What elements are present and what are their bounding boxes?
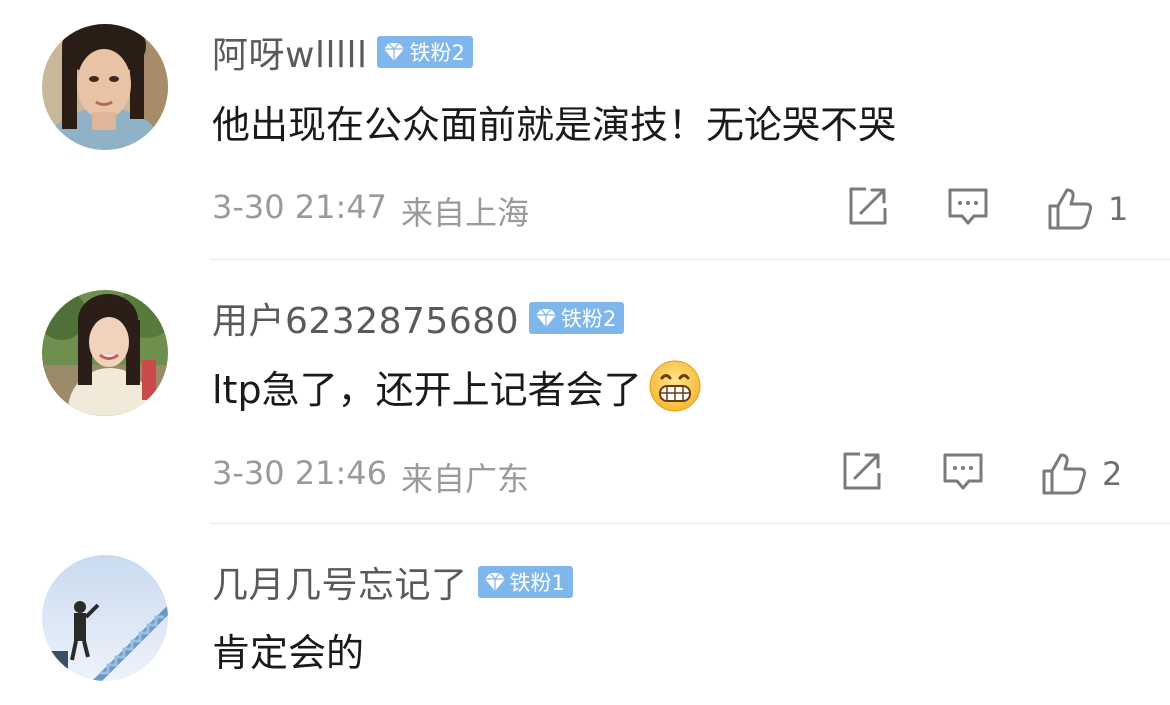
comment-date: 3-30 21:47 (212, 188, 388, 226)
avatar[interactable] (42, 290, 168, 416)
share-icon (849, 187, 887, 225)
username-row: 用户6232875680 铁粉2 (212, 292, 625, 344)
badge-label: 铁粉2 (561, 307, 617, 331)
comment-text: 他出现在公众面前就是演技！无论哭不哭 (212, 95, 896, 147)
like-count: 2 (1102, 455, 1123, 493)
comment-icon (948, 188, 988, 225)
comment-text-value: 他出现在公众面前就是演技！无论哭不哭 (212, 102, 897, 147)
share-button[interactable] (846, 184, 890, 228)
reply-button[interactable] (941, 449, 985, 493)
thumbs-up-icon (1048, 188, 1092, 230)
share-icon (843, 452, 881, 490)
thumbs-up-icon (1042, 453, 1086, 495)
username-row: 阿呀wlllll 铁粉2 (212, 27, 473, 77)
username[interactable]: 几月几号忘记了 (212, 556, 468, 608)
comment-meta: 3-30 21:47 来自上海 (212, 188, 529, 234)
avatar[interactable] (42, 24, 168, 150)
like-button[interactable]: 1 (1046, 184, 1128, 234)
fan-badge[interactable]: 铁粉1 (477, 566, 573, 598)
comment-text: ltp急了，还开上记者会了 (212, 358, 702, 414)
comment-location: 来自广东 (401, 460, 530, 498)
avatar[interactable] (42, 555, 168, 681)
share-button[interactable] (840, 449, 884, 493)
comment-item: 阿呀wlllll 铁粉2 他出现在公众面前就是演技！无论哭不哭 3-30 21:… (0, 0, 1170, 260)
comment-actions: 1 (840, 184, 1150, 234)
comment-location: 来自上海 (401, 194, 530, 232)
comment-text: 肯定会的 (212, 623, 364, 675)
username[interactable]: 用户6232875680 (212, 292, 519, 344)
username-row: 几月几号忘记了 铁粉1 (212, 557, 573, 607)
badge-label: 铁粉1 (509, 571, 565, 595)
diamond-icon (384, 42, 405, 61)
fan-badge[interactable]: 铁粉2 (529, 302, 625, 334)
like-button[interactable]: 2 (1040, 449, 1122, 499)
username[interactable]: 阿呀wlllll (212, 26, 367, 78)
reply-button[interactable] (946, 184, 990, 228)
comment-icon (943, 453, 983, 490)
like-count: 1 (1108, 190, 1129, 228)
grinning-face-emoji (648, 359, 702, 413)
diamond-icon (484, 572, 505, 591)
comment-text-value: ltp急了，还开上记者会了 (212, 367, 642, 412)
comment-item: 几月几号忘记了 铁粉1 肯定会的 (0, 525, 1170, 705)
diamond-icon (536, 308, 557, 327)
comment-item: 用户6232875680 铁粉2 ltp急了，还开上记者会了 3-30 21:4… (0, 260, 1170, 525)
comment-text-value: 肯定会的 (212, 630, 365, 675)
badge-label: 铁粉2 (409, 41, 465, 65)
fan-badge[interactable]: 铁粉2 (377, 36, 473, 68)
comment-meta: 3-30 21:46 来自广东 (212, 454, 529, 500)
comment-date: 3-30 21:46 (212, 454, 388, 492)
comment-actions: 2 (840, 449, 1150, 499)
divider (210, 523, 1170, 524)
